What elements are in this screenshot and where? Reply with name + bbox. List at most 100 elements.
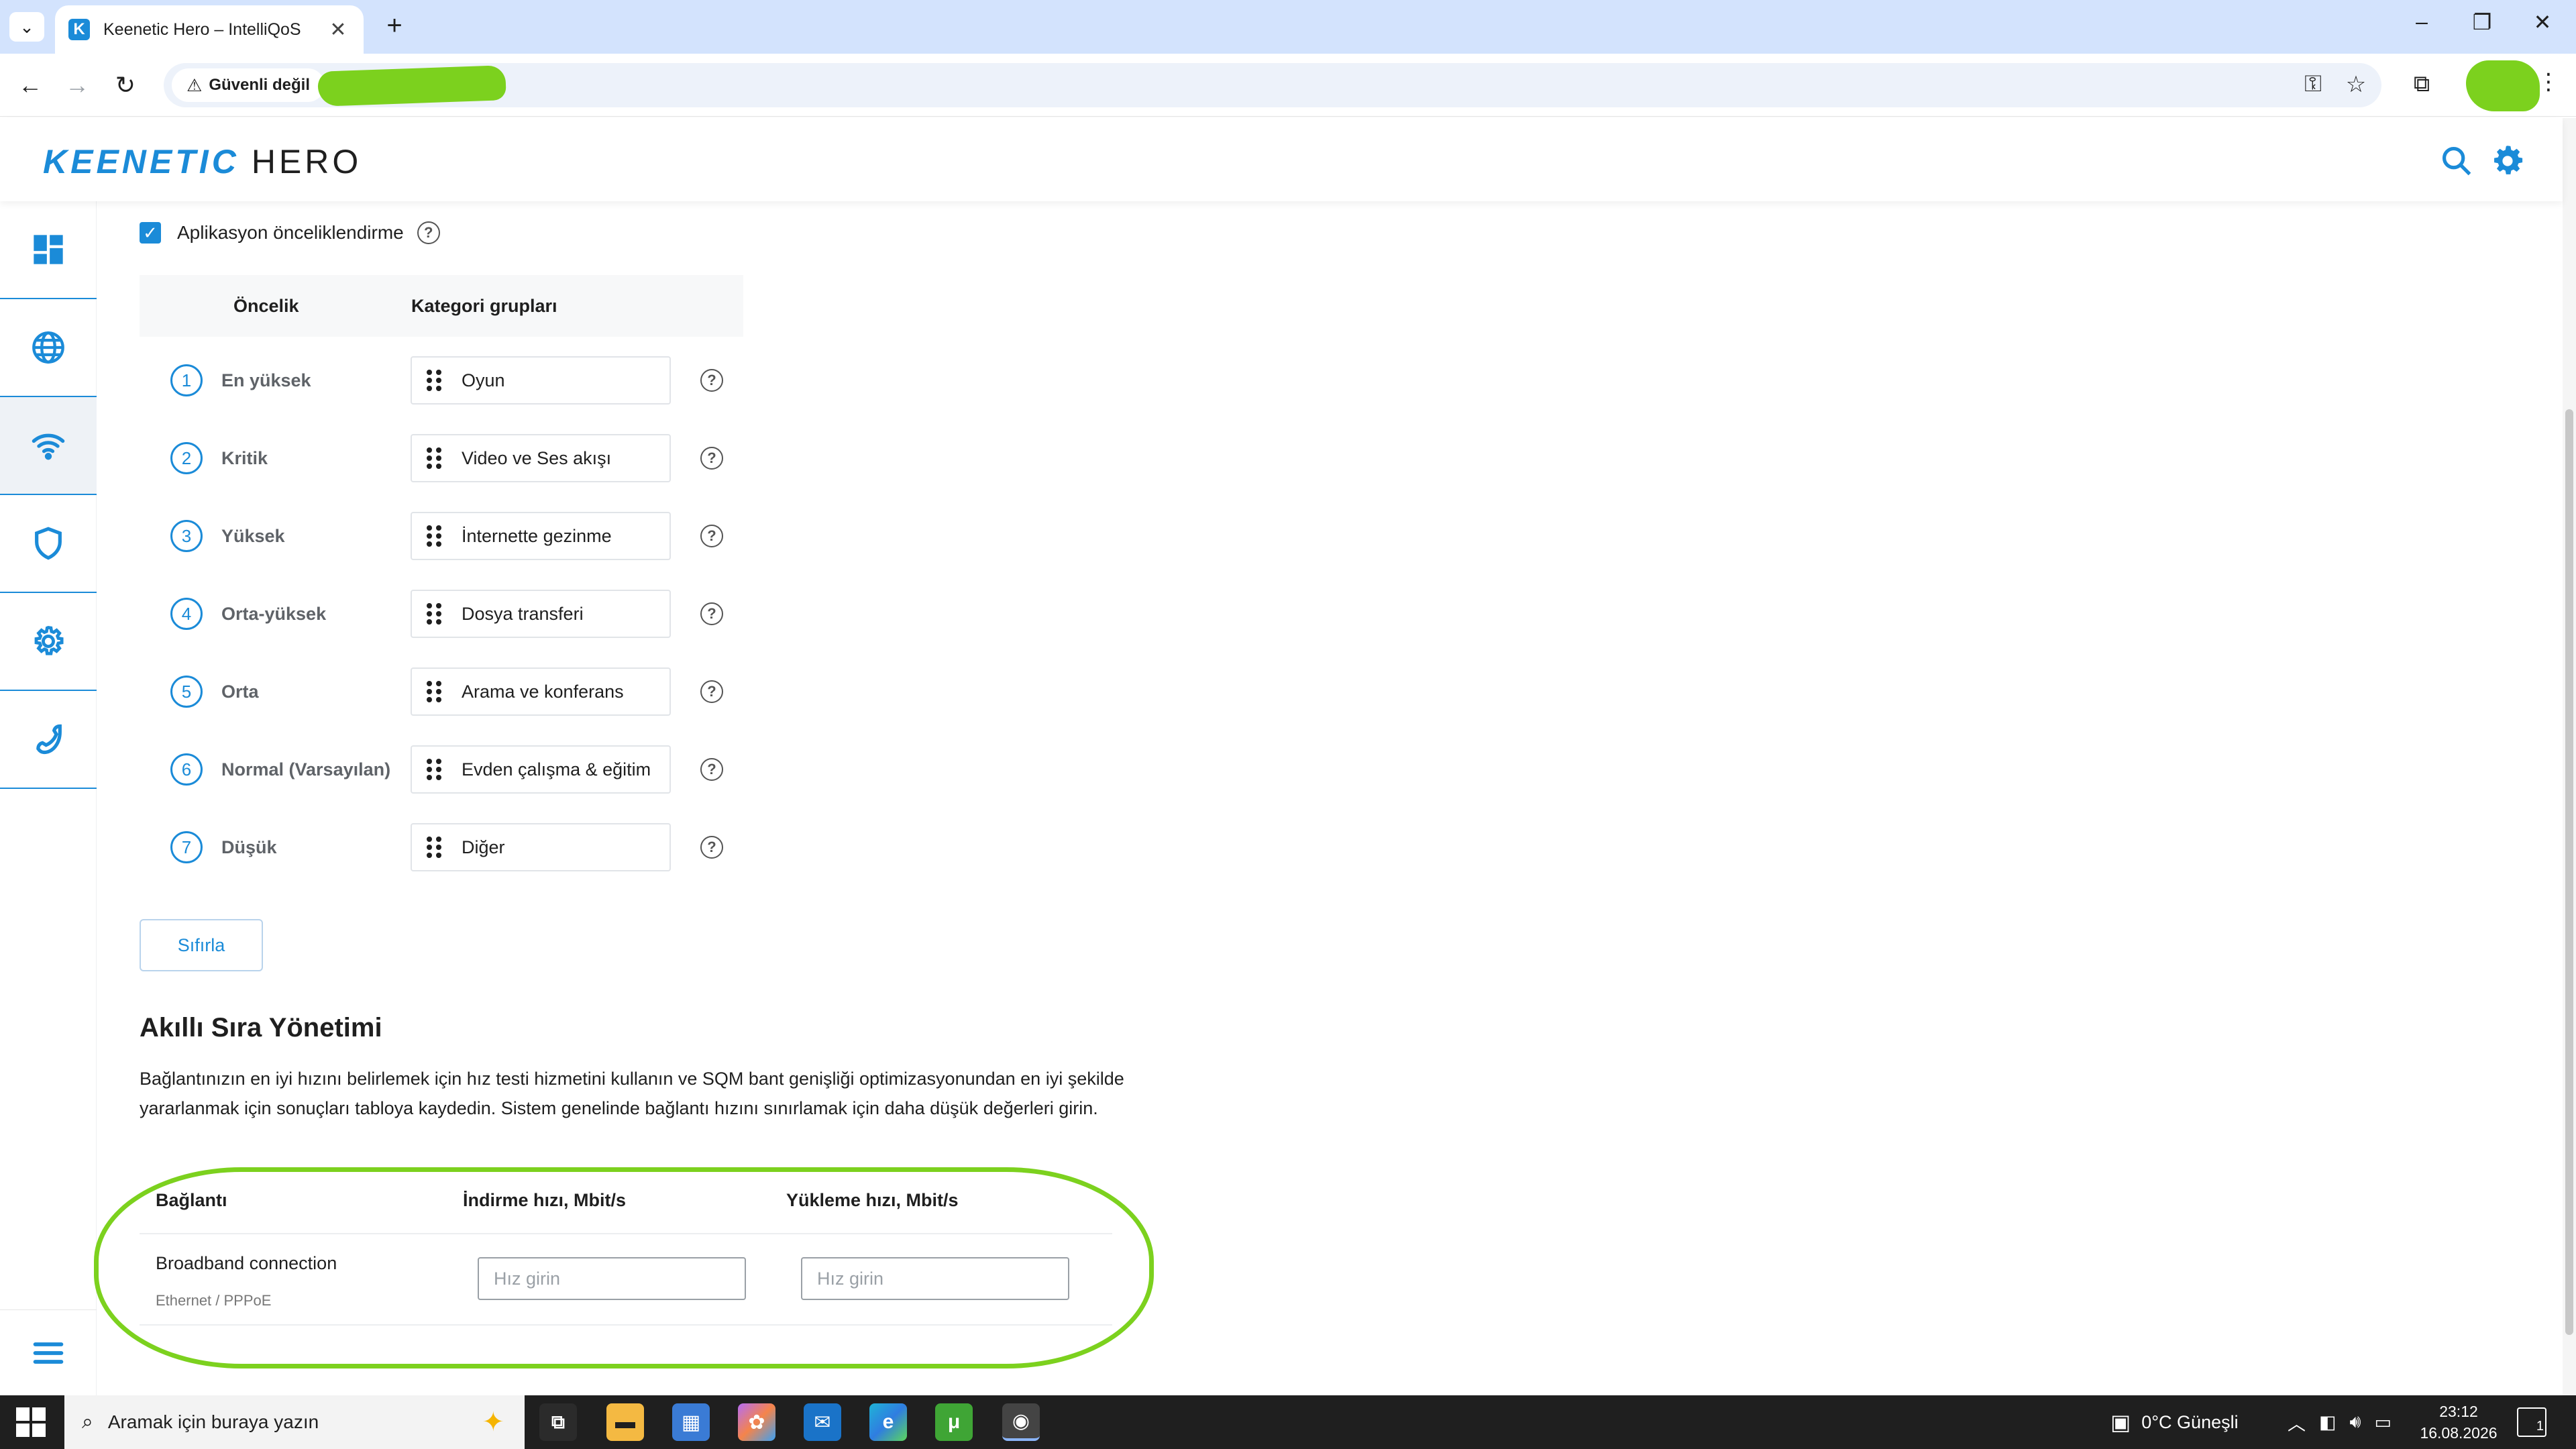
category-drag-item[interactable]: Oyun: [411, 356, 671, 405]
help-icon[interactable]: ?: [700, 525, 723, 547]
copilot-sparkle-icon: ✦: [482, 1407, 504, 1437]
category-drag-item[interactable]: İnternette gezinme: [411, 512, 671, 560]
col-priority: Öncelik: [233, 295, 299, 316]
browser-toolbar: ← → ↻ ⚠ Güvenli değil ⚿ ☆ ⧉ ⋮: [0, 54, 2576, 117]
reload-button[interactable]: ↻: [109, 68, 142, 102]
search-icon[interactable]: [2439, 144, 2474, 178]
file-explorer-icon[interactable]: ▬: [606, 1403, 644, 1441]
priority-level: Orta: [221, 681, 259, 702]
download-speed-input[interactable]: [478, 1257, 746, 1300]
priority-number: 7: [170, 831, 203, 863]
category-drag-item[interactable]: Evden çalışma & eğitim: [411, 745, 671, 794]
category-drag-item[interactable]: Diğer: [411, 823, 671, 871]
category-drag-item[interactable]: Arama ve konferans: [411, 667, 671, 716]
utorrent-icon[interactable]: μ: [935, 1403, 973, 1441]
address-bar[interactable]: ⚠ Güvenli değil ⚿ ☆: [164, 63, 2381, 107]
app-priority-checkbox[interactable]: ✓: [140, 222, 161, 244]
task-view-icon[interactable]: ⧉: [539, 1403, 577, 1441]
help-icon[interactable]: ?: [417, 221, 440, 244]
sidebar-menu-button[interactable]: [0, 1309, 97, 1395]
priority-row: 5 Orta Arama ve konferans ?: [140, 664, 743, 719]
help-icon[interactable]: ?: [700, 602, 723, 625]
checkmark-icon: ✓: [143, 222, 158, 243]
sidebar-item-dashboard[interactable]: [0, 201, 97, 299]
keenetic-logo[interactable]: KEENETIC HERO: [43, 142, 362, 181]
copilot-app-icon[interactable]: ✿: [738, 1403, 775, 1441]
back-button[interactable]: ←: [13, 68, 47, 102]
clock-time: 23:12: [2439, 1403, 2478, 1420]
security-indicator[interactable]: ⚠ Güvenli değil: [172, 68, 325, 102]
network-icon[interactable]: ▭: [2375, 1412, 2392, 1433]
help-icon[interactable]: ?: [700, 447, 723, 470]
reset-button[interactable]: Sıfırla: [140, 919, 263, 971]
windows-start-icon[interactable]: [16, 1407, 46, 1437]
keenetic-favicon-icon: K: [68, 19, 90, 40]
bookmark-star-icon[interactable]: ☆: [2341, 71, 2371, 98]
volume-icon[interactable]: 🔊︎: [2350, 1411, 2361, 1433]
sidebar-item-internet[interactable]: [0, 299, 97, 397]
tab-close-icon[interactable]: ✕: [326, 18, 350, 42]
priority-number: 6: [170, 753, 203, 786]
close-window-button[interactable]: ✕: [2516, 9, 2569, 35]
browser-tab-active[interactable]: K Keenetic Hero – IntelliQoS ✕: [55, 5, 364, 54]
priority-level: Normal (Varsayılan): [221, 759, 391, 780]
tab-search-dropdown[interactable]: ⌄: [9, 12, 44, 42]
drag-handle-icon[interactable]: [427, 759, 444, 780]
sidebar: [0, 201, 97, 1395]
extensions-puzzle-icon[interactable]: ⧉: [2407, 71, 2436, 97]
priority-row: 1 En yüksek Oyun ?: [140, 353, 743, 408]
sidebar-item-telephony[interactable]: [0, 691, 97, 789]
minimize-button[interactable]: –: [2395, 9, 2449, 34]
notification-count: 1: [2536, 1419, 2544, 1434]
drag-handle-icon[interactable]: [427, 525, 444, 547]
system-tray: ︿ ◧ 🔊︎ ▭: [2288, 1395, 2392, 1449]
tray-chevron-icon[interactable]: ︿: [2288, 1409, 2306, 1436]
drag-handle-icon[interactable]: [427, 603, 444, 625]
sidebar-item-management[interactable]: [0, 593, 97, 691]
microsoft-store-icon[interactable]: ▦: [672, 1403, 710, 1441]
help-icon[interactable]: ?: [700, 680, 723, 703]
notification-icon[interactable]: 1: [2517, 1407, 2546, 1437]
new-tab-button[interactable]: +: [380, 11, 409, 41]
windows-taskbar: ⌕ Aramak için buraya yazın ✦ ⧉ ▬ ▦ ✿ ✉ e…: [0, 1395, 2576, 1449]
drag-handle-icon[interactable]: [427, 447, 444, 469]
col-categories: Kategori grupları: [411, 295, 557, 316]
tab-title: Keenetic Hero – IntelliQoS: [103, 19, 301, 39]
category-label: Video ve Ses akışı: [462, 447, 612, 468]
col-connection: Bağlantı: [156, 1189, 227, 1210]
help-icon[interactable]: ?: [700, 369, 723, 392]
security-label: Güvenli değil: [209, 76, 311, 94]
gear-icon[interactable]: [2490, 144, 2525, 178]
help-icon[interactable]: ?: [700, 758, 723, 781]
restore-button[interactable]: ❐: [2455, 9, 2509, 35]
chrome-icon[interactable]: ◉: [1002, 1403, 1040, 1441]
page-scrollbar-thumb[interactable]: [2565, 409, 2573, 1335]
connection-name: Broadband connection: [156, 1253, 337, 1273]
category-drag-item[interactable]: Video ve Ses akışı: [411, 434, 671, 482]
sidebar-item-security[interactable]: [0, 495, 97, 593]
drag-handle-icon[interactable]: [427, 370, 444, 391]
sqm-section-title: Akıllı Sıra Yönetimi: [140, 1013, 382, 1042]
outlook-icon[interactable]: ✉: [804, 1403, 841, 1441]
drag-handle-icon[interactable]: [427, 681, 444, 702]
browser-menu-icon[interactable]: ⋮: [2537, 68, 2560, 95]
priority-table-header: Öncelik Kategori grupları: [140, 275, 743, 337]
forward-button[interactable]: →: [60, 68, 94, 102]
redacted-profile-scribble[interactable]: [2466, 60, 2540, 111]
system-clock[interactable]: 23:12 16.08.2026: [2415, 1401, 2502, 1444]
app-header: KEENETIC HERO: [0, 118, 2563, 201]
help-icon[interactable]: ?: [700, 836, 723, 859]
category-label: İnternette gezinme: [462, 525, 612, 546]
dashboard-icon: [34, 235, 63, 264]
taskbar-search[interactable]: ⌕ Aramak için buraya yazın ✦: [64, 1395, 525, 1449]
sidebar-item-wifi[interactable]: [0, 397, 97, 495]
upload-speed-input[interactable]: [801, 1257, 1069, 1300]
warning-triangle-icon: ⚠: [186, 74, 203, 95]
password-key-icon[interactable]: ⚿: [2298, 71, 2328, 97]
gear-icon: [34, 625, 64, 655]
weather-widget[interactable]: ▣ 0°C Güneşli: [2110, 1395, 2239, 1449]
camera-icon[interactable]: ◧: [2319, 1412, 2337, 1433]
category-drag-item[interactable]: Dosya transferi: [411, 590, 671, 638]
drag-handle-icon[interactable]: [427, 837, 444, 858]
edge-icon[interactable]: e: [869, 1403, 907, 1441]
